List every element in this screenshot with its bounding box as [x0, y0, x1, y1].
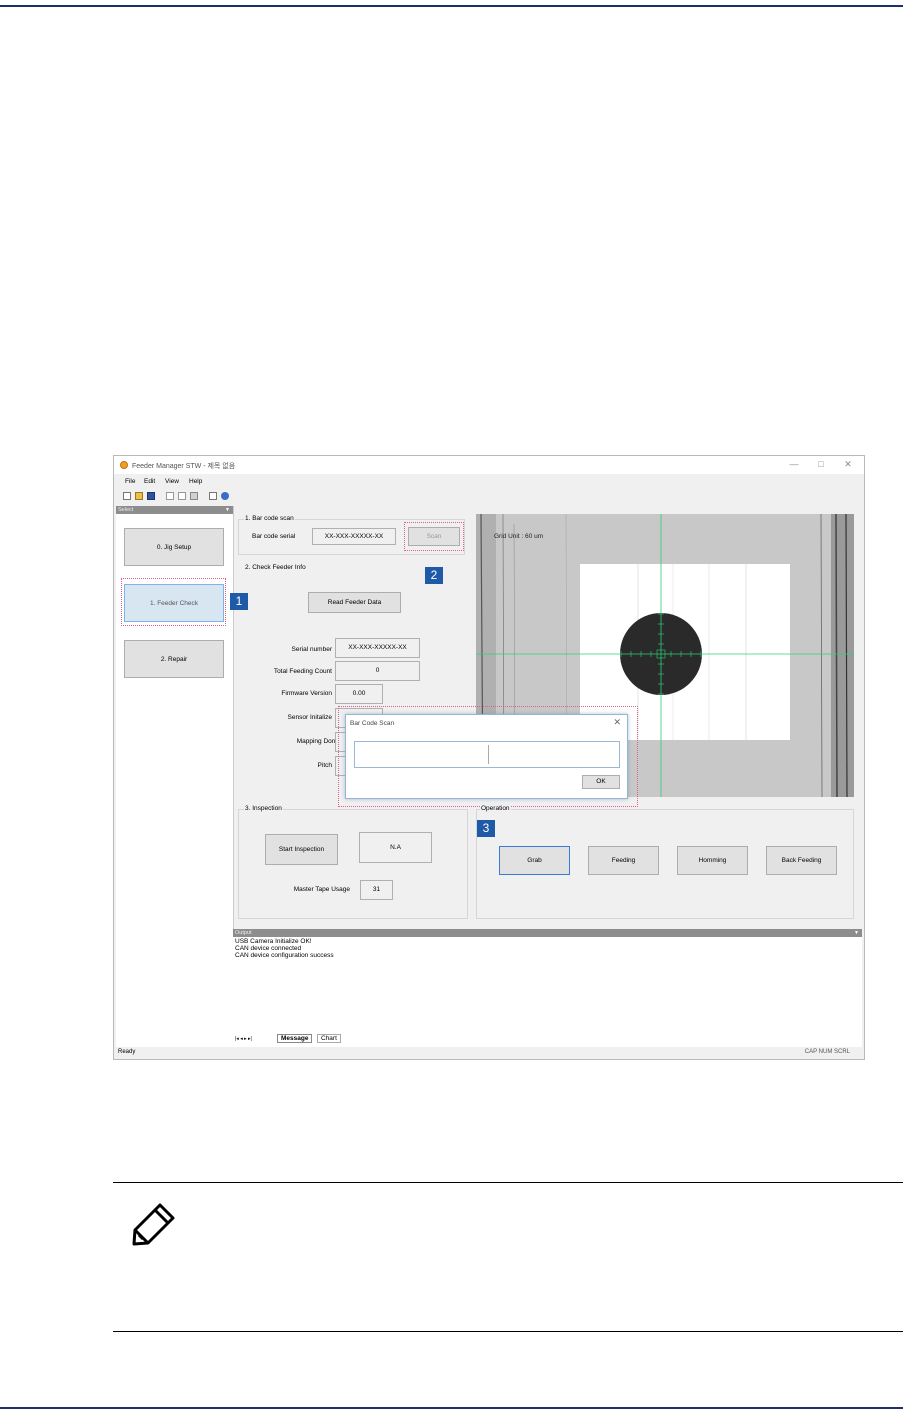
output-panel: Output ▼ USB Camera Initialize OK! CAN d… [233, 929, 862, 1047]
tab-message[interactable]: Message [277, 1034, 313, 1043]
grab-button[interactable]: Grab [499, 846, 570, 875]
note-top-rule [113, 1182, 903, 1183]
output-tabs: |◂ ◂ ▸ ▸| Message Chart [233, 1033, 862, 1045]
toolbar [114, 489, 864, 503]
select-header: Select ▼ [116, 506, 233, 514]
select-header-label: Select [118, 507, 134, 513]
feeding-button[interactable]: Feeding [588, 846, 659, 875]
highlight-scan [404, 522, 464, 551]
grid-unit-label: Grid Unit : 60 um [494, 533, 544, 540]
pitch-label: Pitch [317, 762, 332, 769]
feeder-info-group-label: 2. Check Feeder Info [244, 564, 307, 571]
pencil-note-icon [132, 1203, 175, 1246]
serial-number-field: XX-XXX-XXXXX-XX [335, 638, 420, 658]
note-bottom-rule [113, 1331, 903, 1332]
status-indicators: CAP NUM SCRL [804, 1049, 850, 1055]
output-header: Output ▼ [233, 929, 862, 937]
inspection-result-field: N.A [359, 832, 432, 863]
nav-repair-button[interactable]: 2. Repair [124, 640, 224, 678]
output-dropdown-icon[interactable]: ▼ [854, 929, 859, 937]
callout-3: 3 [477, 820, 495, 837]
firmware-version-label: Firmware Version [281, 690, 332, 697]
back-feeding-button[interactable]: Back Feeding [766, 846, 837, 875]
dropdown-arrow-icon[interactable]: ▼ [225, 506, 230, 514]
new-icon[interactable] [123, 492, 131, 500]
cut-icon[interactable] [166, 492, 174, 500]
title-bar: Feeder Manager STW - 제목 없음 — □ ✕ [114, 456, 864, 474]
print-icon[interactable] [209, 492, 217, 500]
read-feeder-data-button[interactable]: Read Feeder Data [308, 592, 401, 613]
app-logo-icon [120, 461, 128, 469]
status-bar: Ready CAP NUM SCRL [114, 1047, 864, 1059]
barcode-serial-field[interactable]: XX-XXX-XXXXX-XX [312, 528, 396, 545]
help-icon[interactable] [221, 492, 229, 500]
highlight-dialog [338, 706, 638, 807]
barcode-serial-label: Bar code serial [252, 533, 296, 540]
callout-1: 1 [230, 593, 248, 610]
tab-nav-arrows[interactable]: |◂ ◂ ▸ ▸| [235, 1036, 252, 1042]
menu-bar: File Edit View Help [114, 476, 864, 487]
serial-number-label: Serial number [291, 646, 332, 653]
callout-2: 2 [425, 567, 443, 584]
output-header-label: Output [235, 930, 252, 936]
maximize-button[interactable]: □ [814, 459, 828, 469]
sensor-initalize-label: Sensor Initalize [287, 714, 332, 721]
output-line: CAN device configuration success [235, 952, 334, 959]
menu-view[interactable]: View [165, 478, 179, 485]
menu-edit[interactable]: Edit [144, 478, 155, 485]
total-feeding-count-label: Total Feeding Count [273, 668, 332, 675]
open-icon[interactable] [135, 492, 143, 500]
inspection-group-label: 3. Inspection [244, 805, 283, 812]
output-line: USB Camera Initialize OK! [235, 938, 312, 945]
save-icon[interactable] [147, 492, 155, 500]
minimize-button[interactable]: — [787, 459, 801, 469]
mapping-done-label: Mapping Done [296, 738, 339, 745]
tab-chart[interactable]: Chart [317, 1034, 341, 1043]
window-title: Feeder Manager STW - 제목 없음 [132, 463, 236, 470]
start-inspection-button[interactable]: Start Inspection [265, 834, 338, 865]
operation-group-label: Operation [480, 805, 511, 812]
page-top-rule [0, 5, 903, 7]
highlight-feeder-check [121, 578, 226, 626]
copy-icon[interactable] [178, 492, 186, 500]
homming-button[interactable]: Homming [677, 846, 748, 875]
menu-help[interactable]: Help [189, 478, 202, 485]
nav-jig-setup-button[interactable]: 0. Jig Setup [124, 528, 224, 566]
master-tape-usage-label: Master Tape Usage [293, 886, 350, 893]
paste-icon[interactable] [190, 492, 198, 500]
master-tape-usage-field: 31 [360, 880, 393, 900]
app-window: Feeder Manager STW - 제목 없음 — □ ✕ File Ed… [113, 455, 865, 1060]
status-ready: Ready [118, 1049, 136, 1055]
total-feeding-count-field: 0 [335, 661, 420, 681]
close-button[interactable]: ✕ [841, 459, 855, 470]
menu-file[interactable]: File [125, 478, 135, 485]
page-bottom-rule [0, 1407, 903, 1409]
output-line: CAN device connected [235, 945, 302, 952]
firmware-version-field: 0.00 [335, 684, 383, 704]
barcode-group-label: 1. Bar code scan [244, 515, 295, 522]
